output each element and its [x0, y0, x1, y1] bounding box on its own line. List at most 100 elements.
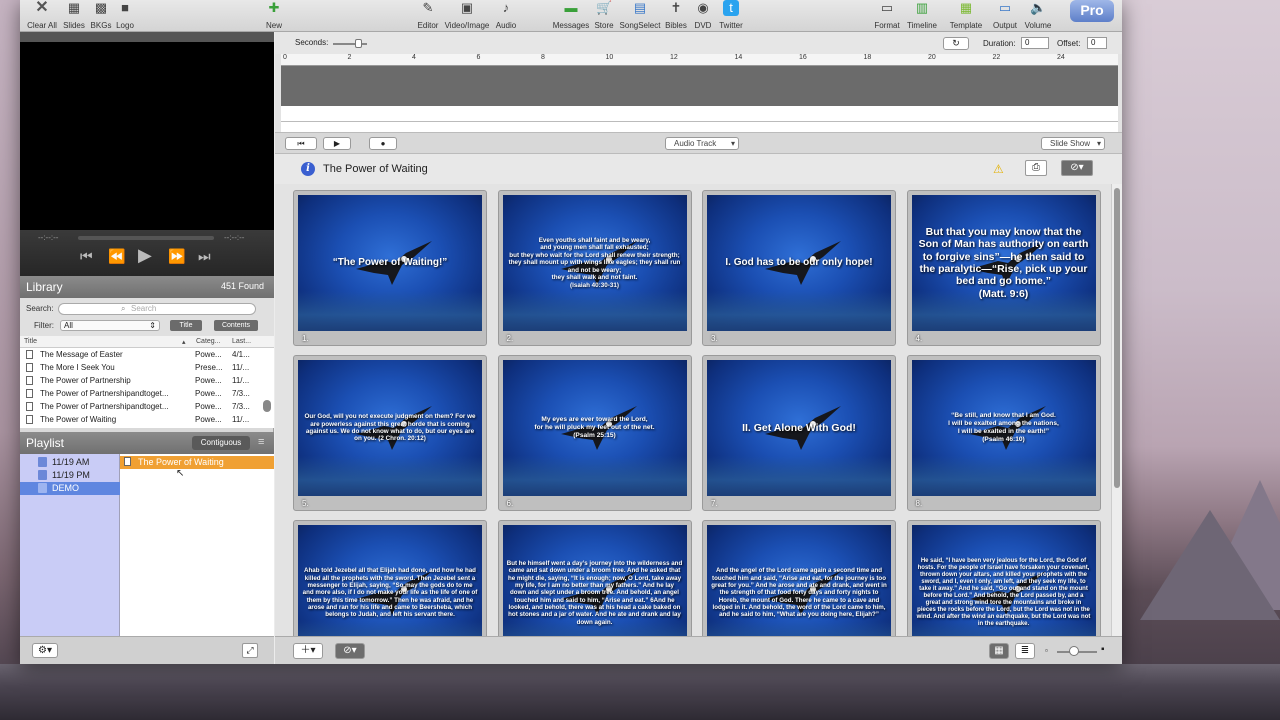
timeline-button[interactable]: ▥ Timeline [904, 0, 940, 32]
contiguous-button[interactable]: Contiguous [192, 436, 250, 450]
bibles-button[interactable]: ✝ Bibles [664, 0, 688, 32]
songselect-button[interactable]: ▤ SongSelect [618, 0, 662, 32]
rewind-button[interactable]: ⏮ [285, 137, 317, 150]
slide-thumbnail[interactable]: Even youths shall faint and be weary, an… [497, 190, 692, 346]
slide-number: 5. [302, 499, 309, 508]
slide-thumbnail[interactable]: But he himself went a day’s journey into… [497, 520, 692, 636]
skip-forward-icon[interactable]: ⏭ [198, 248, 211, 265]
add-slide-button[interactable]: ＋▾ [293, 643, 323, 659]
seconds-slider-knob[interactable] [355, 39, 362, 48]
fast-forward-icon[interactable]: ⏩ [168, 248, 185, 265]
store-button[interactable]: 🛒 Store [592, 0, 616, 32]
expand-button[interactable]: ⤢ [242, 643, 258, 658]
audio-button[interactable]: ♪ Audio [492, 0, 520, 32]
warning-icon[interactable]: ⚠ [993, 162, 1004, 176]
template-button[interactable]: ▦ Template [946, 0, 986, 32]
messages-button[interactable]: ▬ Messages [552, 0, 590, 32]
slide-number: 4. [915, 334, 923, 343]
new-button[interactable]: ✚ New [262, 0, 286, 32]
library-row[interactable]: The Message of Easter Powe... 4/1... [20, 348, 262, 361]
document-icon [26, 363, 33, 372]
timeline-track[interactable] [281, 66, 1118, 106]
column-title[interactable]: Title [24, 338, 37, 345]
volume-button[interactable]: 🔈 Volume [1022, 0, 1054, 32]
scrollbar-thumb[interactable] [1114, 188, 1120, 488]
play-icon[interactable]: ▶ [138, 245, 152, 266]
gear-menu-button[interactable]: ⚙▾ [32, 643, 58, 658]
preview-scrubber[interactable] [78, 236, 214, 240]
editor-icon: ✎ [422, 0, 434, 15]
slide-image: “Be still, and know that I am God. I wil… [911, 360, 1096, 496]
offset-field[interactable]: 0 [1087, 37, 1107, 49]
slide-thumbnail[interactable]: “Be still, and know that I am God. I wil… [906, 355, 1101, 511]
slides-button[interactable]: ▦ Slides [60, 0, 88, 32]
slide-image: He said, “I have been very jealous for t… [911, 525, 1096, 636]
library-row[interactable]: The Power of Partnership Powe... 11/... [20, 374, 262, 387]
format-button[interactable]: ▭ Format [872, 0, 902, 32]
contents-filter-button[interactable]: Contents [214, 320, 258, 331]
library-row[interactable]: The More I Seek You Prese... 11/... [20, 361, 262, 374]
logo-button[interactable]: ■ Logo [114, 0, 136, 32]
library-scrollbar[interactable] [263, 400, 271, 412]
slide-text: But that you may know that the Son of Ma… [918, 225, 1089, 300]
title-filter-button[interactable]: Title [170, 320, 202, 331]
slide-thumbnail[interactable]: But that you may know that the Son of Ma… [906, 190, 1101, 346]
info-icon[interactable]: i [301, 162, 315, 176]
library-search-input[interactable]: ⌕ Search [58, 303, 256, 315]
twitter-button[interactable]: t Twitter [716, 0, 746, 32]
document-icon [26, 415, 33, 424]
dvd-button[interactable]: ◉ DVD [692, 0, 714, 32]
slide-text: My eyes are ever toward the Lord, for he… [534, 416, 655, 439]
play-button[interactable]: ▶ [323, 137, 351, 150]
filter-select[interactable]: All ⇕ [60, 320, 160, 331]
chevron-down-icon: ▾ [730, 139, 735, 148]
clear-all-button[interactable]: ✕ Clear All [24, 0, 60, 32]
slide-thumbnail[interactable]: Our God, will you not execute judgment o… [293, 355, 487, 511]
zoom-slider-knob[interactable] [1069, 646, 1079, 656]
no-symbol-icon: ⊘▾ [1070, 162, 1084, 173]
no-symbol-button[interactable]: ⊘▾ [1061, 160, 1093, 176]
editor-button[interactable]: ✎ Editor [414, 0, 442, 32]
audio-track-select[interactable]: Audio Track ▾ [665, 137, 739, 150]
left-footer: ⚙▾ ⤢ [20, 636, 274, 664]
playlist-icon [38, 470, 47, 480]
presentation-header: i The Power of Waiting ⚠ ⎙ ⊘▾ [275, 154, 1122, 184]
slide-thumbnail[interactable]: I. God has to be our only hope! 3. [702, 190, 896, 346]
slide-thumbnail[interactable]: “The Power of Waiting!” 1. [293, 190, 487, 346]
slide-thumbnail[interactable]: II. Get Alone With God! 7. [702, 355, 896, 511]
no-symbol-footer-button[interactable]: ⊘▾ [335, 643, 365, 659]
grid-view-button[interactable]: ▦ [989, 643, 1009, 659]
library-row[interactable]: The Power of Partnershipandtoget... Powe… [20, 387, 262, 400]
skip-back-icon[interactable]: ⏮ [80, 248, 93, 265]
menu-lines-icon[interactable]: ≡ [258, 436, 264, 448]
list-view-button[interactable]: ≣ [1015, 643, 1035, 659]
column-category[interactable]: Categ... [196, 338, 221, 345]
slide-thumbnail[interactable]: Ahab told Jezebel all that Elijah had do… [293, 520, 487, 636]
desktop-wallpaper-bottom [0, 664, 1280, 720]
playlist-folder-item[interactable]: 11/19 PM [20, 469, 120, 482]
bkgs-button[interactable]: ▩ BKGs [88, 0, 114, 32]
record-button[interactable]: ● [369, 137, 397, 150]
slide-grid-scrollbar[interactable] [1111, 184, 1122, 636]
output-button[interactable]: ▭ Output [990, 0, 1020, 32]
playback-controls-bar: ⏮ ▶ ● Audio Track ▾ Slide Show ▾ [275, 132, 1122, 154]
library-row[interactable]: The Power of Waiting Powe... 11/... [20, 413, 262, 426]
offset-label: Offset: [1057, 39, 1081, 48]
video-image-button[interactable]: ▣ Video/Image [444, 0, 490, 32]
rewind-icon[interactable]: ⏪ [108, 248, 125, 265]
column-last[interactable]: Last... [232, 338, 251, 345]
left-panel: --:--:-- --:--:-- ⏮ ⏪ ▶ ⏩ ⏭ Library 451 … [20, 32, 274, 664]
slide-thumbnail[interactable]: My eyes are ever toward the Lord, for he… [497, 355, 692, 511]
reset-button[interactable]: ↻ [943, 37, 969, 50]
duration-field[interactable]: 0 [1021, 37, 1049, 49]
playlist-folder-item-selected[interactable]: DEMO [20, 482, 120, 495]
slide-show-select[interactable]: Slide Show ▾ [1041, 137, 1105, 150]
slide-thumbnail[interactable]: And the angel of the Lord came again a s… [702, 520, 896, 636]
slide-text: II. Get Alone With God! [742, 421, 856, 434]
slide-thumbnail[interactable]: He said, “I have been very jealous for t… [906, 520, 1101, 636]
playlist-item-selected[interactable]: The Power of Waiting [120, 456, 274, 469]
slide-image: Ahab told Jezebel all that Elijah had do… [298, 525, 482, 636]
printer-button[interactable]: ⎙ [1025, 160, 1047, 176]
playlist-folder-item[interactable]: 11/19 AM [20, 456, 120, 469]
library-row[interactable]: The Power of Partnershipandtoget... Powe… [20, 400, 262, 413]
